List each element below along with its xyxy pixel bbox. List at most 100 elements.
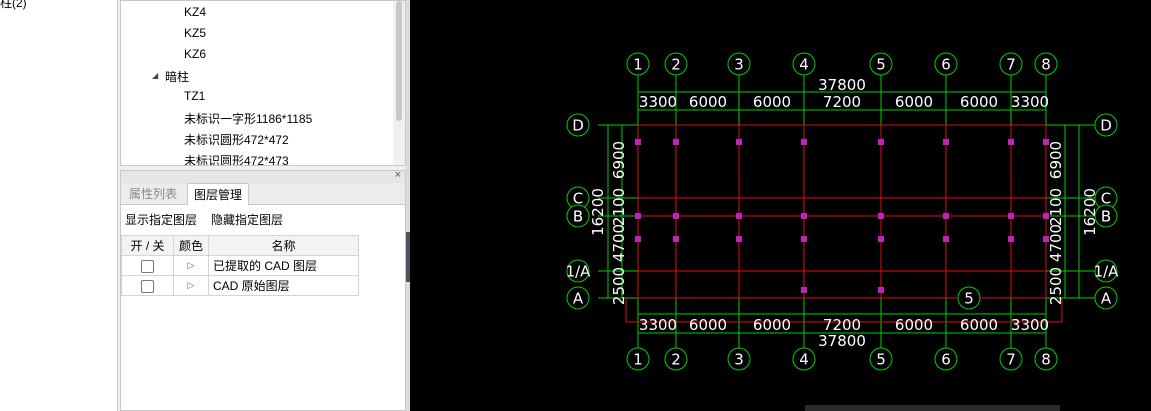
dimension-label: 6000: [689, 316, 727, 334]
column-marker: [736, 236, 742, 242]
column-marker: [801, 236, 807, 242]
beam-outline: [637, 124, 1047, 299]
left-tree-strip: 柱(2): [0, 0, 118, 411]
dimension-label: 16200: [589, 188, 607, 236]
dimension-label: 6000: [895, 316, 933, 334]
axis-label: 3: [734, 351, 744, 369]
dimension-label: 3300: [1011, 316, 1049, 334]
dimension-total: 37800: [818, 76, 866, 94]
layer-actions: 显示指定图层 隐藏指定图层: [121, 206, 405, 234]
axis-label: B: [1101, 208, 1111, 226]
tree-item[interactable]: 未标识圆形472*473: [184, 152, 289, 165]
column-header-toggle: 开 / 关: [121, 235, 174, 256]
tree-scrollbar[interactable]: [393, 1, 405, 165]
axis-label: A: [573, 290, 584, 308]
axis-label: 5: [964, 290, 974, 308]
axis-label: B: [573, 208, 583, 226]
column-marker: [878, 139, 884, 145]
column-marker: [635, 139, 641, 145]
tree-item[interactable]: TZ1: [184, 89, 205, 103]
tree-group[interactable]: 暗柱: [165, 68, 189, 85]
table-row[interactable]: ▷ CAD 原始图层: [121, 275, 359, 296]
expand-icon[interactable]: ▷: [173, 275, 209, 296]
cad-drawing[interactable]: 1 2 3 4 5 6 7 81 2 3 4 5 6 7 8DCB1/AADCB1/AA5378003780…: [410, 0, 1151, 411]
column-marker: [878, 287, 884, 293]
left-tree-item[interactable]: 柱(2): [0, 0, 27, 11]
axis-label: 6: [941, 56, 951, 74]
axis-label: 2: [671, 56, 681, 74]
axis-label: 4: [799, 56, 809, 74]
column-header-name: 名称: [208, 235, 359, 256]
dimension-label: 6000: [960, 316, 998, 334]
axis-label: A: [1101, 290, 1112, 308]
dimension-label: 4700: [610, 224, 628, 262]
column-marker: [673, 236, 679, 242]
table-row[interactable]: ▷ 已提取的 CAD 图层: [121, 255, 359, 276]
tab-layer-management[interactable]: 图层管理: [187, 183, 250, 206]
axis-label: 4: [799, 351, 809, 369]
axis-label: 8: [1041, 56, 1051, 74]
column-marker: [635, 213, 641, 219]
column-marker: [943, 236, 949, 242]
panel-titlebar: ×: [121, 169, 405, 183]
axis-label: 5: [876, 56, 886, 74]
column-marker: [736, 139, 742, 145]
tree-item[interactable]: 未标识一字形1186*1185: [184, 110, 312, 127]
table-header: 开 / 关 颜色 名称: [121, 235, 359, 256]
cad-canvas[interactable]: 1 2 3 4 5 6 7 8 1 2 3 4 5 6 7 8 D C B 1/A A D C B 1/A A 5 37800 3780…: [410, 0, 1151, 411]
dimension-label: 6000: [895, 93, 933, 111]
axis-label: 1/A: [566, 263, 592, 281]
axis-label: 7: [1006, 351, 1016, 369]
axis-label: 2: [671, 351, 681, 369]
column-marker: [878, 213, 884, 219]
tree-item[interactable]: KZ6: [184, 47, 206, 61]
dimension-label: 2500: [1047, 267, 1065, 305]
axis-label: 6: [941, 351, 951, 369]
axis-label: 1: [633, 351, 643, 369]
dimension-label: 6000: [753, 316, 791, 334]
dimension-label: 6000: [753, 93, 791, 111]
axis-label: 1: [633, 56, 643, 74]
panel-tabs: 属性列表 图层管理: [121, 183, 405, 206]
tree-item[interactable]: KZ5: [184, 26, 206, 40]
close-icon[interactable]: ×: [395, 169, 401, 181]
dimension-label: 3300: [1011, 93, 1049, 111]
tree-item[interactable]: 未标识圆形472*472: [184, 131, 289, 148]
column-marker: [801, 287, 807, 293]
tab-properties[interactable]: 属性列表: [123, 183, 183, 205]
column-marker: [1008, 139, 1014, 145]
dimension-label: 4700: [1047, 224, 1065, 262]
column-marker: [943, 139, 949, 145]
column-marker: [673, 213, 679, 219]
show-layer-button[interactable]: 显示指定图层: [125, 206, 197, 234]
dimension-label: 2100: [1047, 188, 1065, 226]
axis-label: 7: [1006, 56, 1016, 74]
expand-arrow-icon[interactable]: ◢: [152, 71, 158, 80]
column-marker: [635, 236, 641, 242]
column-marker: [1008, 236, 1014, 242]
layer-name: CAD 原始图层: [208, 275, 359, 296]
column-marker: [801, 213, 807, 219]
dimension-label: 6900: [1047, 141, 1065, 179]
dimension-label: 2500: [610, 267, 628, 305]
layer-checkbox[interactable]: [141, 259, 154, 273]
axis-label: 1/A: [1094, 263, 1120, 281]
layer-panel: × 属性列表 图层管理 显示指定图层 隐藏指定图层 开 / 关 颜色 名称 ▷ …: [120, 169, 406, 411]
layer-checkbox[interactable]: [141, 279, 154, 293]
layer-table: 开 / 关 颜色 名称 ▷ 已提取的 CAD 图层 ▷ CAD 原始图层: [121, 235, 359, 296]
axis-label: 3: [734, 56, 744, 74]
axis-label: 5: [876, 351, 886, 369]
status-bar: [805, 405, 1060, 411]
dimension-label: 3300: [639, 93, 677, 111]
dimension-label: 7200: [823, 316, 861, 334]
dimension-label: 6900: [610, 141, 628, 179]
tree-item[interactable]: KZ4: [184, 5, 206, 19]
scroll-thumb[interactable]: [396, 1, 402, 121]
dimension-label: 16200: [1081, 188, 1099, 236]
column-marker: [943, 213, 949, 219]
dimension-label: 3300: [639, 316, 677, 334]
expand-icon[interactable]: ▷: [173, 255, 209, 276]
hide-layer-button[interactable]: 隐藏指定图层: [211, 206, 283, 234]
axis-label: 8: [1041, 351, 1051, 369]
dimension-total: 37800: [818, 332, 866, 350]
